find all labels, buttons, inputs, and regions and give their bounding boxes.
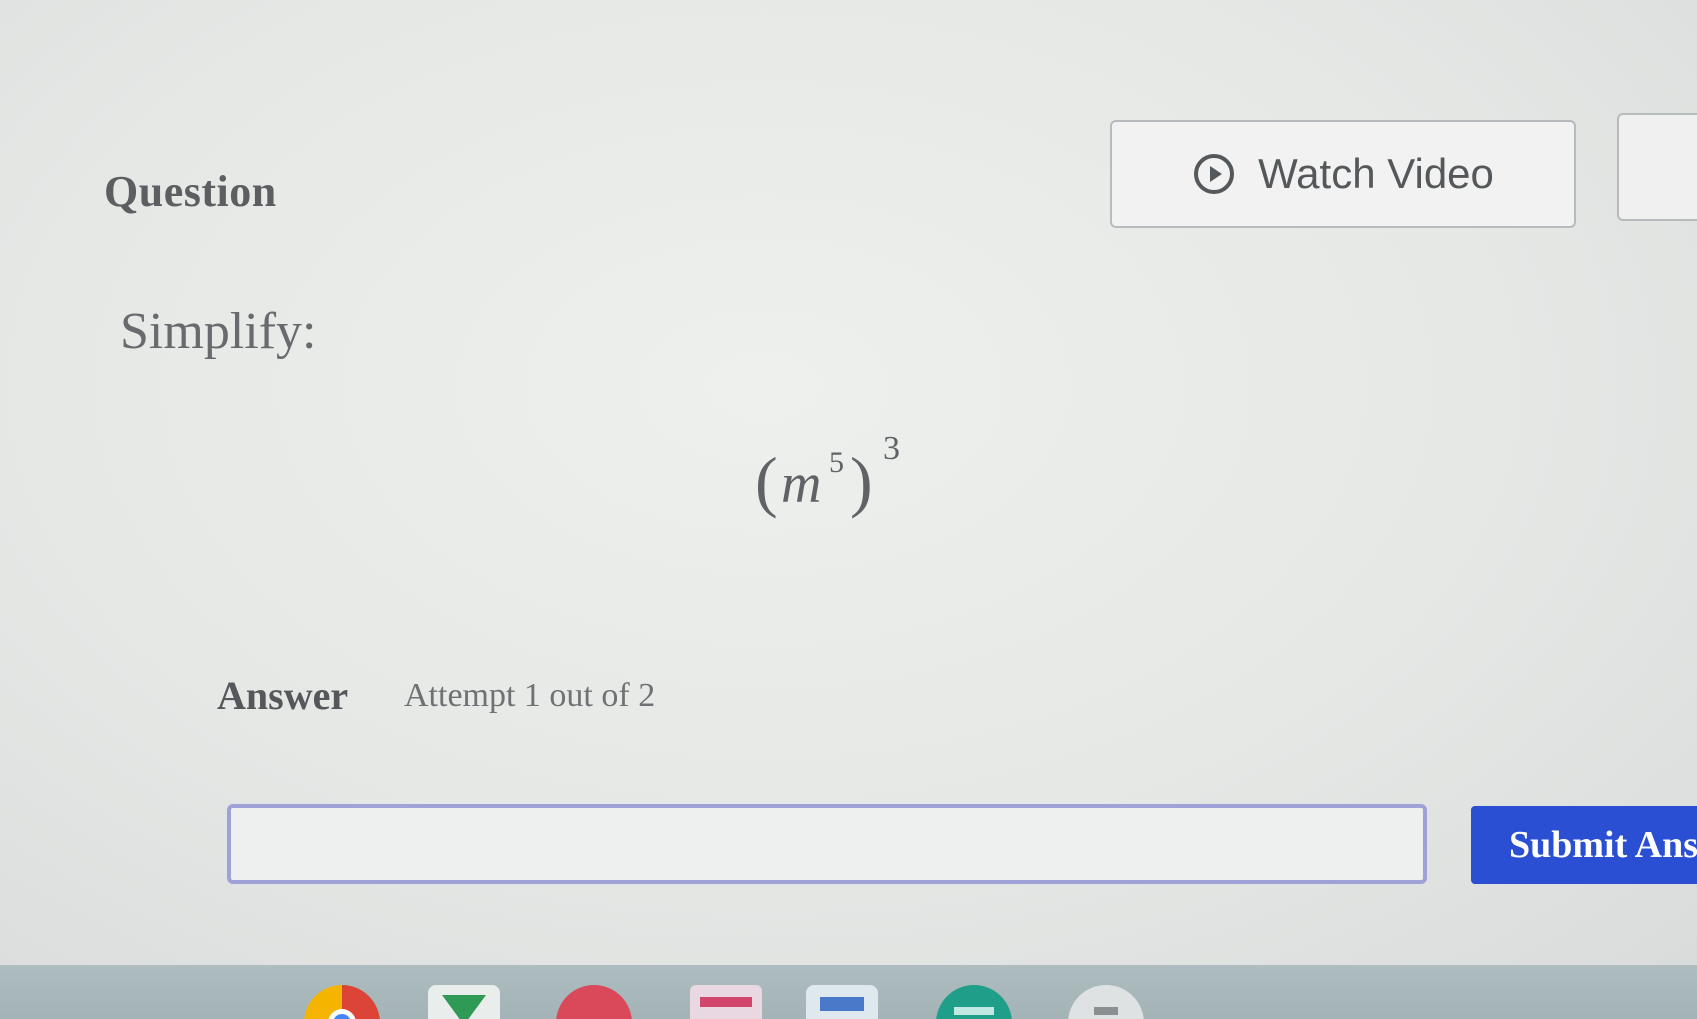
app-icon-pink[interactable] bbox=[690, 985, 762, 1019]
app-icon-gray[interactable] bbox=[1068, 985, 1144, 1019]
taskbar bbox=[0, 965, 1697, 1019]
question-heading: Question bbox=[104, 167, 277, 216]
app-icon-pink-mark bbox=[700, 997, 752, 1007]
submit-answer-button[interactable]: Submit Answer bbox=[1471, 806, 1697, 884]
answer-heading: Answer bbox=[217, 673, 349, 718]
app-icon-blue[interactable] bbox=[806, 985, 878, 1019]
app-icon-green-mark bbox=[442, 995, 486, 1019]
question-panel: Question Watch Video Simplify: ( m 5 ) 3… bbox=[0, 0, 1697, 965]
outer-exponent: 3 bbox=[883, 430, 900, 467]
app-icon-gray-mark bbox=[1094, 1007, 1118, 1015]
secondary-button-partial[interactable] bbox=[1617, 113, 1697, 221]
app-icon-red[interactable] bbox=[556, 985, 632, 1019]
play-circle-icon bbox=[1194, 154, 1235, 194]
open-paren: ( bbox=[755, 443, 778, 519]
inner-exponent: 5 bbox=[829, 446, 844, 479]
close-paren: ) bbox=[850, 443, 873, 519]
attempt-counter: Attempt 1 out of 2 bbox=[404, 677, 656, 714]
app-icon-green[interactable] bbox=[428, 985, 500, 1019]
expression-base: m bbox=[781, 453, 822, 515]
watch-video-label: Watch Video bbox=[1258, 150, 1494, 197]
question-prompt: Simplify: bbox=[120, 303, 317, 360]
answer-input[interactable] bbox=[227, 804, 1427, 884]
app-icon-teal[interactable] bbox=[936, 985, 1012, 1019]
app-icon-teal-mark bbox=[954, 1007, 994, 1015]
math-expression: ( m 5 ) 3 bbox=[755, 430, 915, 540]
app-icon-blue-mark bbox=[820, 997, 864, 1011]
chrome-icon[interactable] bbox=[304, 985, 380, 1019]
watch-video-button[interactable]: Watch Video bbox=[1110, 120, 1576, 228]
